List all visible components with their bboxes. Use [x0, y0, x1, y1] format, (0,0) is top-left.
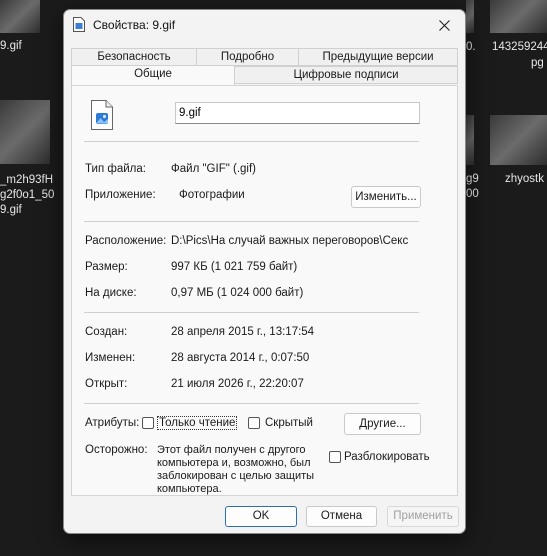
thumbnail[interactable] [490, 115, 547, 165]
file-type-value: Файл "GIF" (.gif) [171, 163, 256, 175]
location-value: D:\Pics\На случай важных переговоров\Сек… [171, 235, 409, 247]
file-label[interactable]: g9 [466, 172, 479, 186]
size-label: Размер: [85, 261, 128, 273]
title-bar[interactable]: Свойства: 9.gif [64, 10, 465, 40]
apply-button-label: Применить [393, 510, 453, 522]
thumbnail[interactable] [0, 100, 50, 164]
file-label[interactable]: zhyostk [505, 172, 544, 186]
thumbnail[interactable] [490, 0, 547, 33]
change-app-button[interactable]: Изменить... [351, 186, 421, 208]
tab-details[interactable]: Подробно [196, 48, 299, 66]
thumbnail[interactable] [466, 0, 474, 33]
file-label[interactable]: g2f0o1_50 [0, 188, 54, 202]
advanced-button-label: Другие... [359, 418, 406, 430]
app-value: Фотографии [179, 189, 245, 201]
divider [84, 141, 419, 142]
file-type-label: Тип файла: [85, 163, 146, 175]
file-label[interactable]: 9.gif [0, 203, 22, 217]
close-button[interactable] [423, 10, 465, 40]
location-label: Расположение: [85, 235, 167, 247]
hidden-checkbox[interactable] [248, 417, 260, 429]
readonly-label[interactable]: Только чтение [157, 416, 238, 430]
cancel-button-label: Отмена [320, 510, 363, 522]
warning-label: Осторожно: [85, 444, 148, 456]
thumbnail[interactable] [0, 0, 40, 33]
divider [84, 221, 419, 222]
tab-digital-signatures[interactable]: Цифровые подписи [234, 66, 458, 84]
cancel-button[interactable]: Отмена [306, 506, 377, 527]
created-value: 28 апреля 2015 г., 13:17:54 [171, 326, 315, 338]
unblock-label[interactable]: Разблокировать [344, 451, 430, 463]
created-label: Создан: [85, 326, 128, 338]
advanced-button[interactable]: Другие... [344, 413, 421, 435]
image-file-icon [91, 100, 113, 130]
tab-previous-versions[interactable]: Предыдущие версии [298, 48, 458, 66]
accessed-label: Открыт: [85, 378, 128, 390]
readonly-checkbox[interactable] [142, 417, 154, 429]
change-app-button-label: Изменить... [355, 191, 417, 203]
attributes-label: Атрибуты: [85, 417, 140, 429]
file-label[interactable]: 143259244 [492, 40, 547, 54]
app-label: Приложение: [85, 189, 156, 201]
hidden-label[interactable]: Скрытый [265, 417, 313, 429]
security-warning-text: Этот файл получен с другого компьютера и… [157, 444, 315, 495]
file-label[interactable]: 9.gif [0, 39, 22, 53]
ok-button-label: OK [252, 510, 270, 522]
divider [84, 403, 419, 404]
divider [84, 312, 419, 313]
disk-size-value: 0,97 МБ (1 024 000 байт) [171, 287, 304, 299]
file-label[interactable]: pg [531, 56, 544, 70]
close-icon [438, 19, 450, 31]
size-value: 997 КБ (1 021 759 байт) [171, 261, 298, 273]
modified-label: Изменен: [85, 352, 136, 364]
tab-general[interactable]: Общие [71, 65, 235, 85]
thumbnail[interactable] [466, 115, 474, 165]
modified-value: 28 августа 2014 г., 0:07:50 [171, 352, 310, 364]
dialog-title: Свойства: 9.gif [93, 18, 176, 32]
general-panel: Тип файла: Файл "GIF" (.gif) Приложение:… [71, 85, 458, 496]
ok-button[interactable]: OK [225, 506, 297, 527]
properties-dialog: Свойства: 9.gif Безопасность Подробно Пр… [63, 9, 466, 534]
apply-button[interactable]: Применить [387, 506, 459, 527]
file-icon [73, 17, 85, 32]
disk-size-label: На диске: [85, 287, 137, 299]
unblock-checkbox[interactable] [329, 451, 341, 463]
file-name-input[interactable] [175, 102, 420, 124]
file-label[interactable]: 0. [466, 40, 476, 54]
tab-security[interactable]: Безопасность [71, 48, 197, 66]
file-label[interactable]: 00 [466, 187, 479, 201]
accessed-value: 21 июля 2026 г., 22:20:07 [171, 378, 304, 390]
file-label[interactable]: _m2h93fH [0, 173, 53, 187]
